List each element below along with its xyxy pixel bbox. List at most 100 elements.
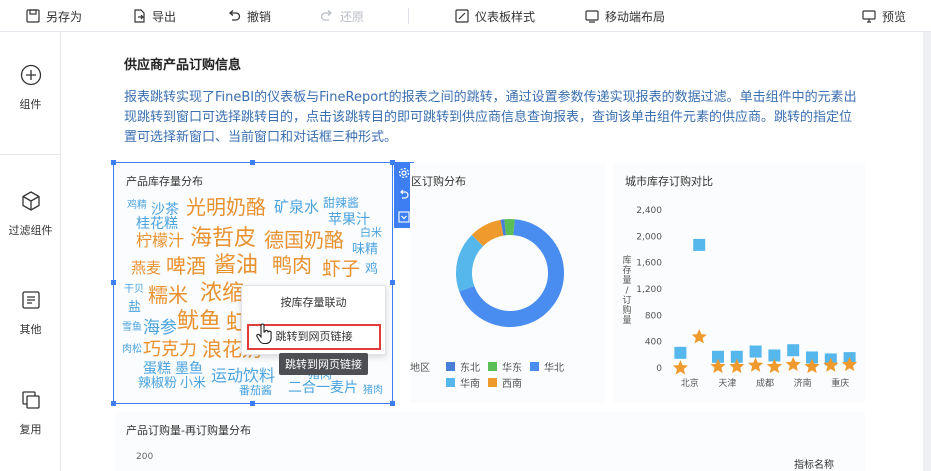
cube-icon — [21, 191, 40, 211]
donut-slice[interactable] — [456, 234, 484, 292]
style-icon — [455, 9, 469, 23]
export-icon — [134, 9, 145, 23]
chevron-down-icon — [398, 211, 410, 223]
undo-icon — [228, 10, 241, 21]
legend-label: 西南 — [502, 379, 522, 390]
y-tick-label: 400 — [645, 338, 662, 348]
y-axis-label-char: 量 — [622, 315, 631, 326]
scatter-card[interactable]: 城市库存订购对比 0 400 800 1,200 1,600 2,000 2,400 库存量 /… — [613, 163, 865, 403]
redo-icon — [320, 10, 333, 21]
dashboard-canvas: 供应商产品订购信息 报表跳转实现了FineBI的仪表板与FineReport的报… — [61, 32, 931, 471]
legend-label: 华北 — [544, 363, 564, 374]
sidebar-item-label: 组件 — [19, 98, 42, 111]
page-description: 报表跳转实现了FineBI的仪表板与FineReport的报表之间的跳转，通过设… — [124, 90, 857, 145]
left-sidebar: 组件 过滤组件 其他 复用 — [0, 32, 61, 471]
dashboard-board: 供应商产品订购信息 报表跳转实现了FineBI的仪表板与FineReport的报… — [61, 32, 923, 471]
legend-title: 地区 — [410, 359, 430, 374]
x-tick-label: 成都 — [756, 377, 774, 389]
bottom-chart-card[interactable]: 产品订购量-再订购量分布 200 指标名称 — [114, 412, 865, 471]
resize-handle[interactable] — [390, 401, 395, 406]
scatter-point-star[interactable] — [785, 356, 801, 372]
save-as-label: 另存为 — [46, 9, 83, 24]
sidebar-item-label: 复用 — [19, 423, 42, 436]
resize-handle[interactable] — [111, 160, 116, 165]
sidebar-item-other[interactable]: 其他 — [0, 289, 61, 337]
scatter-point-square[interactable] — [674, 346, 687, 359]
y-tick-label: 0 — [656, 364, 662, 374]
scatter-point-star[interactable] — [691, 329, 707, 344]
mobile-icon — [585, 10, 599, 23]
hand-cursor-icon — [256, 323, 272, 345]
sidebar-item-label: 过滤组件 — [8, 224, 53, 237]
resize-handle[interactable] — [250, 160, 255, 165]
scatter-point-square[interactable] — [693, 238, 706, 251]
y-tick-label: 800 — [645, 311, 662, 321]
vertical-scrollbar[interactable] — [923, 32, 931, 471]
y-tick-label: 1,200 — [636, 285, 662, 295]
text-doc-icon — [21, 291, 40, 309]
dashboard-style-label: 仪表板样式 — [475, 9, 536, 24]
toolbar-divider — [408, 8, 409, 24]
resize-handle[interactable] — [390, 280, 395, 285]
y-tick-label: 2,400 — [636, 206, 662, 216]
resize-handle[interactable] — [111, 401, 116, 406]
sidebar-item-components[interactable]: 组件 — [0, 64, 61, 112]
x-tick-label: 北京 — [681, 377, 699, 389]
y-tick-label: 200 — [136, 452, 154, 462]
y-axis-label-char: 存 — [622, 264, 631, 276]
layers-icon — [21, 391, 40, 409]
scatter-point-star[interactable] — [672, 360, 689, 375]
legend-item-xinan[interactable]: 西南 — [488, 375, 522, 390]
sidebar-item-reuse[interactable]: 复用 — [0, 389, 61, 437]
donut-card[interactable]: 地区订购分布 地区 东北 华东 华北 华南 西南 — [410, 163, 605, 403]
undo-label: 撤销 — [247, 9, 272, 24]
plus-circle-icon — [20, 64, 41, 86]
x-tick-label: 济南 — [794, 377, 812, 389]
donut-slice[interactable] — [471, 219, 504, 247]
dashboard-style-button[interactable]: 仪表板样式 — [455, 0, 535, 32]
mobile-layout-button[interactable]: 移动端布局 — [585, 0, 665, 32]
redo-button[interactable]: 还原 — [320, 0, 364, 32]
y-axis-label-char: 库 — [622, 254, 631, 266]
undo-button[interactable]: 撤销 — [227, 0, 271, 32]
legend-item-dongbei[interactable]: 东北 — [446, 359, 480, 374]
legend-item-huabei[interactable]: 华北 — [530, 359, 564, 374]
legend-label: 东北 — [460, 363, 480, 374]
legend-swatch — [446, 378, 455, 387]
gear-icon — [398, 167, 410, 179]
y-tick-label: 1,600 — [636, 259, 662, 269]
y-axis-label-char: 订 — [622, 295, 631, 306]
y-axis-label-char: 量 — [622, 275, 631, 286]
export-button[interactable]: 导出 — [132, 0, 176, 32]
undo-icon — [400, 189, 409, 199]
resize-handle[interactable] — [111, 280, 116, 285]
save-as-button[interactable]: 另存为 — [26, 0, 82, 32]
x-tick-label: 重庆 — [831, 377, 849, 389]
save-icon — [26, 9, 40, 23]
donut-title: 地区订购分布 — [412, 173, 466, 192]
x-tick-label: 天津 — [718, 378, 736, 389]
scatter-chart[interactable]: 04008001,2001,6002,0002,400库存量/订购量北京 天津 成都… — [613, 163, 865, 403]
sidebar-item-filters[interactable]: 过滤组件 — [0, 190, 61, 238]
scatter-point-square[interactable] — [787, 344, 800, 357]
legend-swatch — [446, 362, 455, 371]
legend-swatch — [530, 362, 539, 371]
resize-handle[interactable] — [250, 401, 255, 406]
preview-button[interactable]: 预览 — [862, 0, 906, 32]
legend-item-huanan[interactable]: 华南 — [446, 375, 480, 390]
legend-swatch — [488, 362, 497, 371]
donut-chart[interactable] — [450, 213, 570, 333]
legend-item-huadong[interactable]: 华东 — [488, 359, 522, 374]
legend-swatch — [488, 378, 497, 387]
monitor-icon — [862, 10, 876, 23]
sidebar-divider — [0, 154, 61, 155]
scatter-point-square[interactable] — [749, 345, 762, 358]
hover-tooltip: 跳转到网页链接 — [279, 353, 368, 375]
legend-label: 华东 — [502, 363, 522, 374]
bottom-chart-title: 产品订购量-再订购量分布 — [126, 424, 251, 437]
export-label: 导出 — [152, 9, 177, 24]
scatter-point-star[interactable] — [747, 357, 764, 372]
legend-title: 指标名称 — [794, 460, 834, 471]
legend-title-text: 地区 — [410, 363, 430, 374]
menu-item-link-by-stock[interactable]: 按库存量联动 — [242, 294, 385, 310]
